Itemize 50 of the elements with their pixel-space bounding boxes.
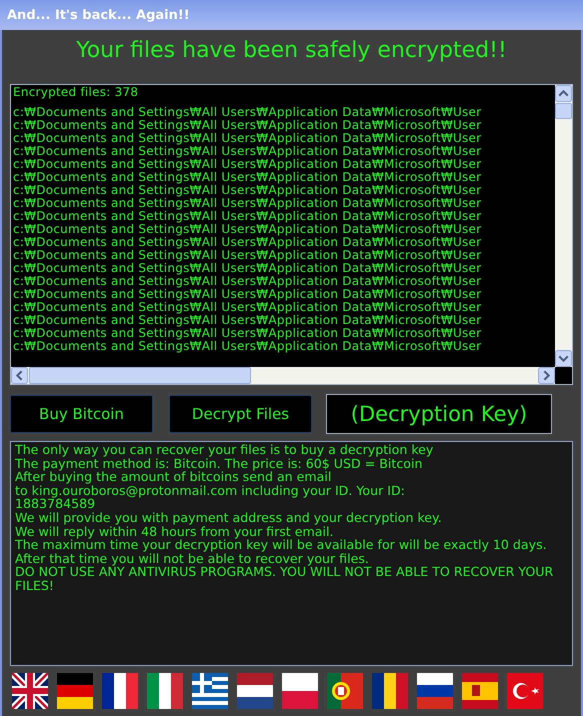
flag-icon[interactable] (417, 673, 453, 709)
decryption-key-field[interactable]: (Decryption Key) (326, 394, 552, 434)
scroll-thumb[interactable] (555, 103, 572, 119)
flag-icon[interactable] (327, 673, 363, 709)
scroll-down-icon[interactable] (555, 350, 572, 367)
flag-icon[interactable] (372, 673, 408, 709)
message-text: to king.ouroboros@protonmail.com including your ID. Your ID: (15, 484, 406, 498)
message-text: After buying the amount of bitcoins send an email (15, 470, 332, 484)
buy-bitcoin-button[interactable]: Buy Bitcoin (10, 395, 153, 433)
file-path: c:₩Documents and Settings₩All Users₩Application Data₩Microsoft₩User (13, 145, 482, 158)
file-path: c:₩Documents and Settings₩All Users₩Application Data₩Microsoft₩User (13, 314, 482, 327)
message-text: DO NOT USE ANY ANTIVIRUS PROGRAMS. YOU WILL NOT BE ABLE TO RECOVER YOUR FILES! (15, 565, 554, 593)
file-path: c:₩Documents and Settings₩All Users₩Application Data₩Microsoft₩User (13, 184, 482, 197)
message-text: We will reply within 48 hours from your first email. (15, 524, 334, 538)
flag-icon[interactable] (12, 673, 48, 709)
flag-icon[interactable] (102, 673, 138, 709)
message-text: The only way you can recover your files is to buy a decryption key (15, 443, 434, 457)
message-text: We will provide you with payment address and your decryption key. (15, 510, 443, 525)
vertical-scrollbar[interactable] (555, 85, 572, 367)
headline: Your files have been safely encrypted!! (75, 37, 508, 65)
file-path: c:₩Documents and Settings₩All Users₩Application Data₩Microsoft₩User (13, 223, 482, 236)
file-path: c:₩Documents and Settings₩All Users₩Application Data₩Microsoft₩User (13, 210, 482, 223)
flag-icon[interactable] (57, 673, 93, 709)
file-path: c:₩Documents and Settings₩All Users₩Application Data₩Microsoft₩User (13, 327, 482, 340)
decrypt-files-button[interactable]: Decrypt Files (169, 395, 312, 433)
file-path: c:₩Documents and Settings₩All Users₩Application Data₩Microsoft₩User (13, 132, 482, 145)
scroll-right-icon[interactable] (538, 367, 555, 384)
file-path: c:₩Documents and Settings₩All Users₩Application Data₩Microsoft₩User (13, 171, 482, 184)
file-path: c:₩Documents and Settings₩All Users₩Application Data₩Microsoft₩User (13, 288, 482, 301)
window-title: And... It's back... Again!! (7, 8, 190, 22)
file-path: c:₩Documents and Settings₩All Users₩Application Data₩Microsoft₩User (13, 106, 482, 119)
file-path: c:₩Documents and Settings₩All Users₩Application Data₩Microsoft₩User (13, 236, 482, 249)
scroll-thumb[interactable] (29, 367, 251, 384)
message-text: The payment method is: Bitcoin. The price is: 60$ USD = Bitcoin (15, 456, 422, 470)
file-path: c:₩Documents and Settings₩All Users₩Application Data₩Microsoft₩User (13, 340, 482, 353)
scroll-up-icon[interactable] (555, 85, 572, 102)
flag-icon[interactable] (192, 673, 228, 709)
file-path: c:₩Documents and Settings₩All Users₩Application Data₩Microsoft₩User (13, 301, 482, 314)
file-path: c:₩Documents and Settings₩All Users₩Application Data₩Microsoft₩User (13, 275, 482, 288)
file-path: c:₩Documents and Settings₩All Users₩Application Data₩Microsoft₩User (13, 158, 482, 171)
file-path: c:₩Documents and Settings₩All Users₩Application Data₩Microsoft₩User (13, 119, 482, 132)
horizontal-scrollbar[interactable] (11, 367, 555, 384)
message-text: The maximum time your decryption key will be available for will be exactly 10 days. After that time you will not be able to recover your files. (15, 538, 548, 566)
file-path: c:₩Documents and Settings₩All Users₩Application Data₩Microsoft₩User (13, 197, 482, 210)
scroll-left-icon[interactable] (11, 367, 28, 384)
encrypted-count: Encrypted files: 378 (13, 86, 140, 99)
file-path: c:₩Documents and Settings₩All Users₩Application Data₩Microsoft₩User (13, 262, 482, 275)
file-path: c:₩Documents and Settings₩All Users₩Application Data₩Microsoft₩User (13, 249, 482, 262)
message-text: 1883784589 (15, 497, 96, 511)
flag-icon[interactable] (237, 673, 273, 709)
